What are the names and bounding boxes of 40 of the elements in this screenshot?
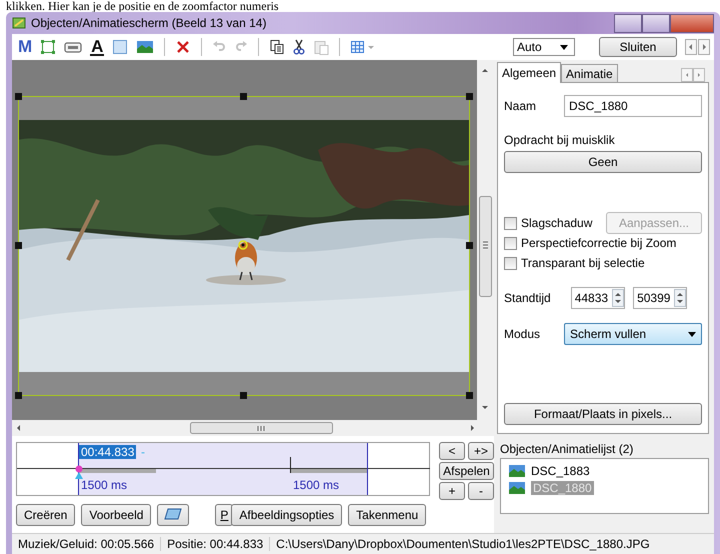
time-marker: - bbox=[141, 445, 145, 459]
timeline-button[interactable]: + bbox=[439, 482, 465, 500]
close-button[interactable]: Sluiten bbox=[599, 37, 677, 57]
duration-label: 1500 ms bbox=[81, 478, 128, 492]
timeline-button[interactable]: Afspelen bbox=[439, 462, 494, 480]
tab[interactable]: Animatie bbox=[561, 64, 618, 82]
timeline-button[interactable]: - bbox=[468, 482, 494, 500]
list-item[interactable]: DSC_1883 bbox=[531, 464, 590, 478]
tab[interactable]: Algemeen bbox=[497, 62, 562, 83]
timeline[interactable]: 00:44.833 - 1500 ms 1500 ms bbox=[16, 442, 430, 496]
duration-label: 1500 ms bbox=[293, 478, 340, 492]
status-text: Muziek/Geluid: 00:05.566 bbox=[12, 537, 162, 551]
timeline-button[interactable]: +> bbox=[468, 442, 494, 460]
duration-field[interactable]: 50399 bbox=[633, 287, 688, 309]
field-label: Naam bbox=[504, 99, 536, 113]
action-button[interactable]: P bbox=[215, 504, 234, 526]
font-tool-button[interactable]: A bbox=[90, 38, 104, 56]
mode-dropdown[interactable]: Scherm vullen bbox=[564, 323, 702, 345]
timeline-button[interactable]: < bbox=[439, 442, 465, 460]
size-button[interactable]: Formaat/Plaats in pixels... bbox=[504, 403, 702, 425]
duration-field[interactable]: 44833 bbox=[570, 287, 626, 309]
text-tool-button[interactable]: M bbox=[18, 39, 32, 55]
action-button[interactable]: Afbeeldingsopties bbox=[231, 504, 342, 526]
checkbox-label: Perspectiefcorrectie bij Zoom bbox=[521, 236, 676, 250]
status-text: C:\Users\Dany\Dropbox\Doumenten\Studio1\les2PTE\DSC_1880.JPG bbox=[275, 537, 651, 551]
action-button[interactable]: Voorbeeld bbox=[81, 504, 152, 526]
field-label: Modus bbox=[504, 327, 540, 341]
current-time: 00:44.833 bbox=[79, 445, 136, 459]
zoom-dropdown[interactable]: Auto bbox=[513, 38, 575, 56]
name-field[interactable]: DSC_1880 bbox=[564, 95, 702, 117]
list-title: Objecten/Animatielijst (2) bbox=[500, 442, 634, 456]
action-button[interactable]: Takenmenu bbox=[348, 504, 426, 526]
action-button[interactable]: Creëren bbox=[16, 504, 76, 526]
section-label: Opdracht bij muisklik bbox=[504, 133, 616, 147]
click-action-button[interactable]: Geen bbox=[504, 151, 702, 173]
field-label: Standtijd bbox=[504, 291, 551, 305]
window-title: Objecten/Animatiescherm (Beeld 13 van 14) bbox=[31, 16, 266, 30]
checkbox-label: Transparant bij selectie bbox=[521, 256, 645, 270]
status-text: Positie: 00:44.833 bbox=[161, 537, 270, 551]
checkbox-label: Slagschaduw bbox=[521, 216, 592, 230]
